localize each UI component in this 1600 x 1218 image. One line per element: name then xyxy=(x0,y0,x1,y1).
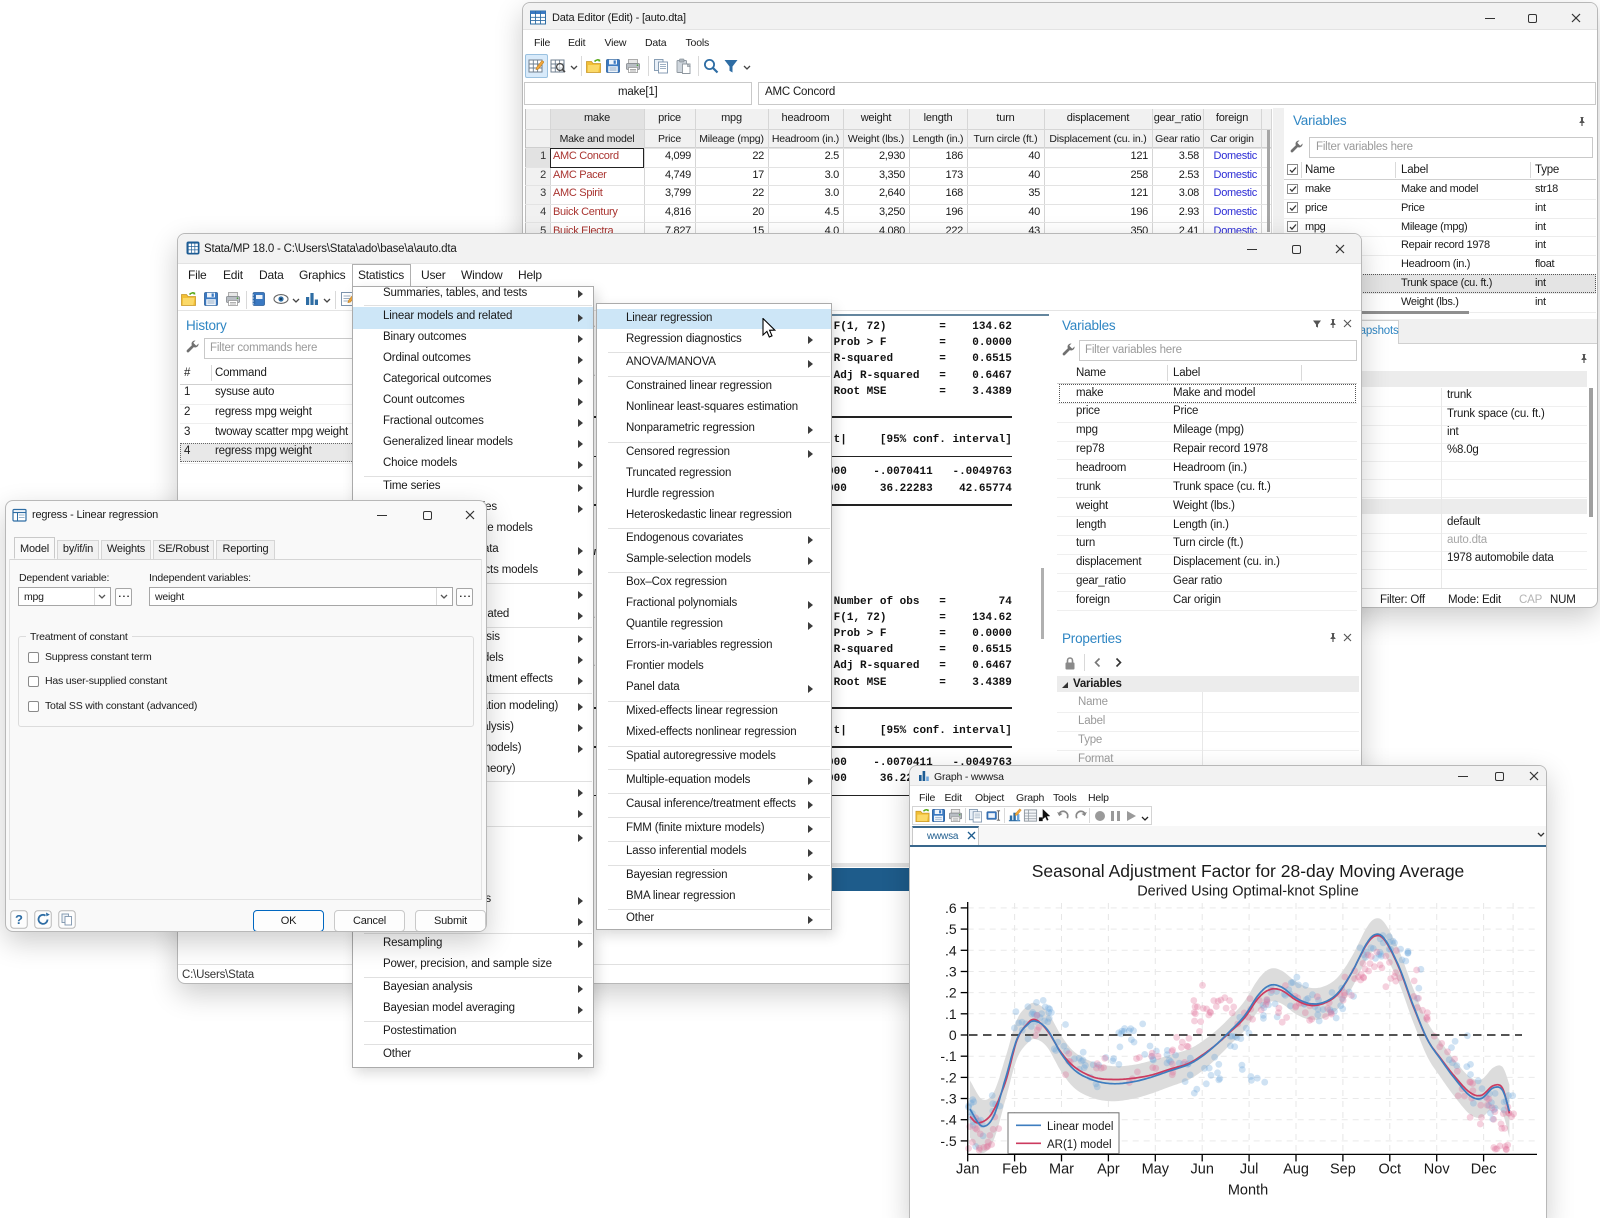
svg-text:-.5: -.5 xyxy=(940,1133,957,1149)
svg-text:Aug: Aug xyxy=(1283,1162,1309,1178)
svg-text:.6: .6 xyxy=(945,900,957,916)
svg-text:May: May xyxy=(1142,1162,1170,1178)
svg-text:Jun: Jun xyxy=(1191,1162,1214,1178)
svg-text:Dec: Dec xyxy=(1471,1162,1497,1178)
svg-text:Nov: Nov xyxy=(1424,1162,1451,1178)
svg-text:0: 0 xyxy=(949,1027,957,1043)
svg-text:Linear model: Linear model xyxy=(1047,1121,1113,1133)
svg-text:Jan: Jan xyxy=(956,1162,979,1178)
svg-text:-.2: -.2 xyxy=(940,1069,957,1085)
svg-text:Month: Month xyxy=(1228,1183,1268,1199)
svg-text:?: ? xyxy=(15,912,23,927)
svg-text:.3: .3 xyxy=(945,964,957,980)
svg-text:Oct: Oct xyxy=(1379,1162,1402,1178)
svg-text:Apr: Apr xyxy=(1097,1162,1120,1178)
svg-text:AR(1) model: AR(1) model xyxy=(1047,1139,1112,1151)
svg-text:.1: .1 xyxy=(945,1006,957,1022)
svg-text:Derived Using Optimal-knot Spl: Derived Using Optimal-knot Spline xyxy=(1137,884,1359,900)
svg-text:Sep: Sep xyxy=(1330,1162,1356,1178)
svg-text:.5: .5 xyxy=(945,921,957,937)
svg-text:.2: .2 xyxy=(945,985,957,1001)
svg-text:Feb: Feb xyxy=(1002,1162,1027,1178)
svg-text:-.3: -.3 xyxy=(940,1091,957,1107)
svg-text:-.4: -.4 xyxy=(940,1112,957,1128)
svg-text:.4: .4 xyxy=(945,942,957,958)
svg-text:-.1: -.1 xyxy=(940,1048,957,1064)
svg-text:Seasonal Adjustment Factor for: Seasonal Adjustment Factor for 28-day Mo… xyxy=(1032,861,1465,881)
svg-text:Jul: Jul xyxy=(1240,1162,1259,1178)
svg-text:Mar: Mar xyxy=(1049,1162,1074,1178)
